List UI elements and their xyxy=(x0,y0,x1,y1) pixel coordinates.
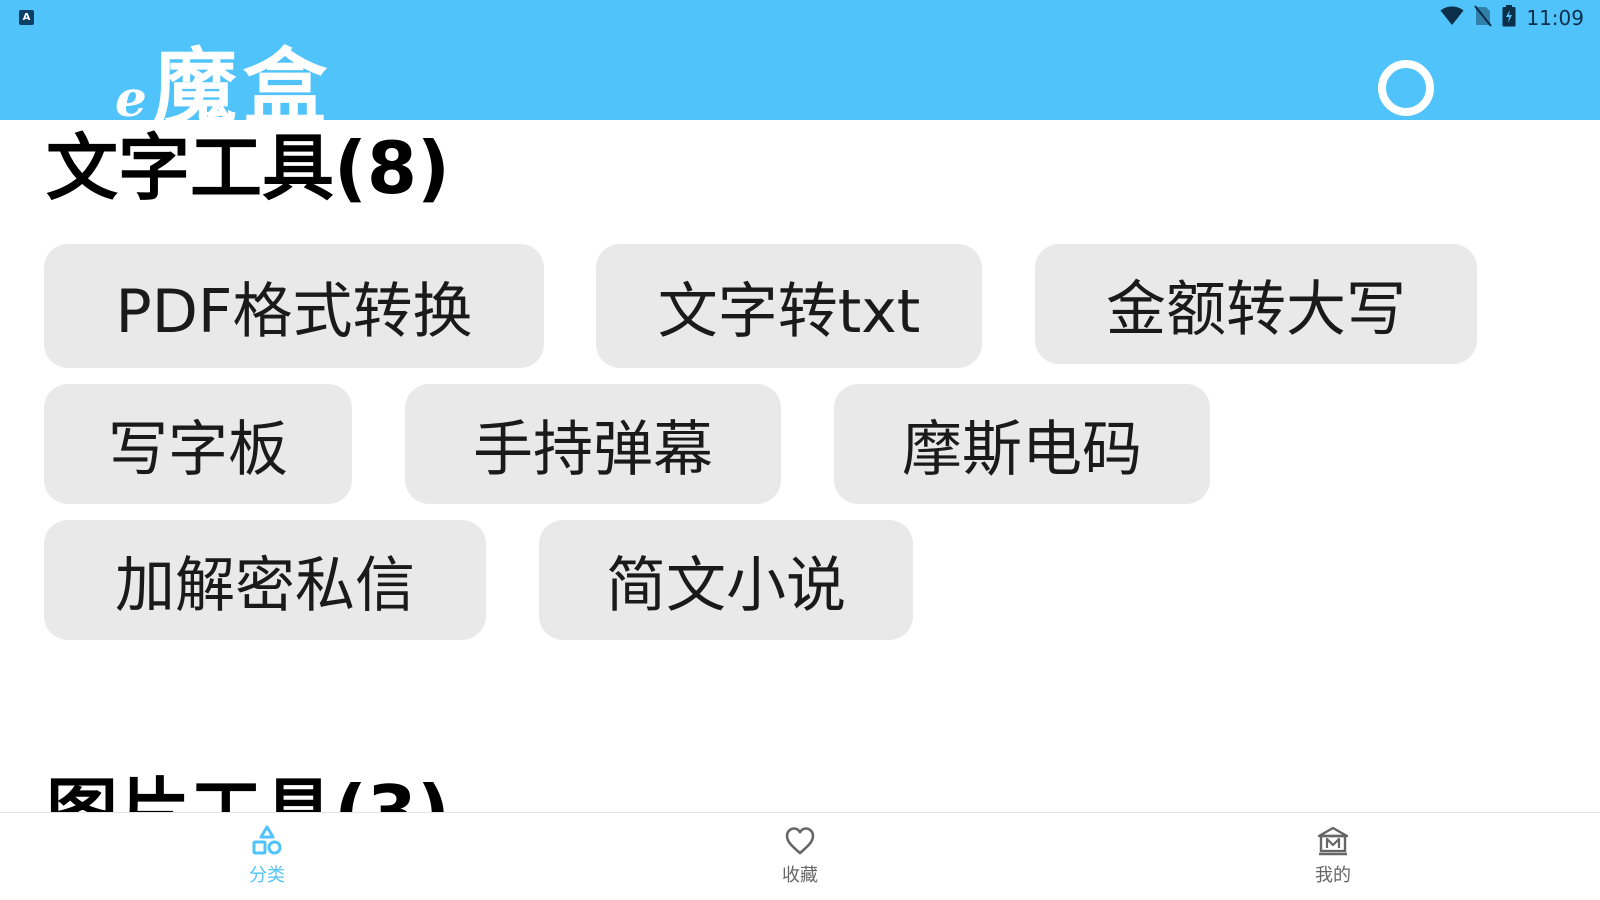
app-screen: A 11:09 e 魔盒 文字工具(8) PDF格式转换 文字转txt 金额转大… xyxy=(0,0,1600,900)
nav-tab-mine[interactable]: 我的 xyxy=(1263,813,1403,900)
circle-icon[interactable] xyxy=(1378,60,1434,116)
status-time: 11:09 xyxy=(1526,6,1584,30)
notification-app-icon: A xyxy=(19,10,34,25)
heart-icon xyxy=(785,827,815,855)
section-title-image-tools: 图片工具(3) xyxy=(46,770,450,812)
tool-handheld-barrage[interactable]: 手持弹幕 xyxy=(405,384,781,504)
nav-tab-favorites[interactable]: 收藏 xyxy=(730,813,870,900)
tool-encrypt-message[interactable]: 加解密私信 xyxy=(44,520,486,640)
no-sim-icon xyxy=(1474,5,1493,31)
app-header: A 11:09 e 魔盒 xyxy=(0,0,1600,123)
logo-e-text: e xyxy=(115,69,147,123)
tool-text-to-txt[interactable]: 文字转txt xyxy=(596,244,982,368)
profile-bank-icon xyxy=(1317,826,1349,856)
bottom-navigation: 分类 收藏 我的 xyxy=(0,812,1600,900)
tool-morse-code[interactable]: 摩斯电码 xyxy=(834,384,1210,504)
nav-label-favorites: 收藏 xyxy=(782,865,818,886)
nav-label-mine: 我的 xyxy=(1315,865,1351,886)
tool-list[interactable]: 文字工具(8) PDF格式转换 文字转txt 金额转大写 写字板 手持弹幕 摩斯… xyxy=(0,120,1600,812)
battery-charging-icon xyxy=(1502,5,1516,31)
logo-cn-text: 魔盒 xyxy=(152,38,333,123)
tool-simple-novel[interactable]: 简文小说 xyxy=(539,520,913,640)
tool-pdf-convert[interactable]: PDF格式转换 xyxy=(44,244,544,368)
tool-writing-board[interactable]: 写字板 xyxy=(44,384,352,504)
nav-label-category: 分类 xyxy=(249,865,285,886)
status-bar-right: 11:09 xyxy=(1440,4,1584,32)
section-title-text-tools: 文字工具(8) xyxy=(46,126,450,210)
app-logo: e 魔盒 xyxy=(115,38,333,123)
tool-amount-uppercase[interactable]: 金额转大写 xyxy=(1035,244,1477,364)
wifi-icon xyxy=(1440,6,1464,30)
nav-tab-category[interactable]: 分类 xyxy=(197,813,337,900)
category-icon xyxy=(252,825,282,855)
